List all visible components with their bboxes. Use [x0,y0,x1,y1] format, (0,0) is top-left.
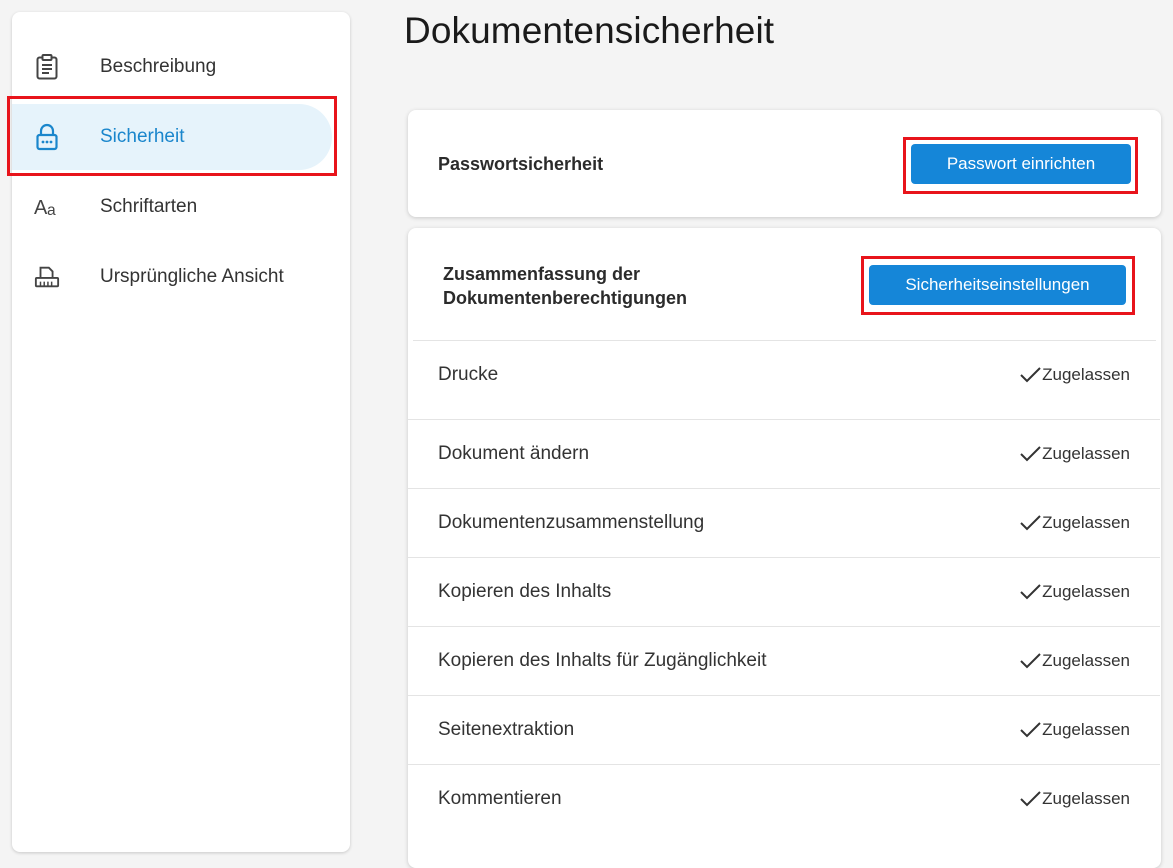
permissions-summary-card: Zusammenfassung der Dokumentenberechtigu… [408,228,1161,868]
permissions-card-title-line1: Zusammenfassung der [443,264,641,284]
permission-label: Kopieren des Inhalts [438,581,612,602]
sidebar-item-label: Sicherheit [100,126,185,147]
check-icon [1020,653,1041,669]
permission-status: Zugelassen [1020,582,1130,602]
check-icon [1020,791,1041,807]
check-icon [1020,584,1041,600]
permission-row-kopieren-zugaenglichkeit: Kopieren des Inhalts für Zugänglichkeit … [408,626,1160,695]
permission-status-text: Zugelassen [1042,513,1130,532]
permission-status: Zugelassen [1020,651,1130,671]
svg-text:A: A [34,197,48,219]
permission-status: Zugelassen [1020,365,1130,385]
permission-row-dokumentenzusammenstellung: Dokumentenzusammenstellung Zugelassen [408,488,1160,557]
permission-row-kommentieren: Kommentieren Zugelassen [408,764,1160,833]
clipboard-icon [34,54,60,80]
permission-label: Dokument ändern [438,443,590,464]
permission-row-kopieren-des-inhalts: Kopieren des Inhalts Zugelassen [408,557,1160,626]
permission-status-text: Zugelassen [1042,582,1130,601]
sidebar: Beschreibung Sicherheit A a Schriftarten [12,12,350,852]
check-icon [1020,515,1041,531]
sidebar-item-label: Ursprüngliche Ansicht [100,266,284,287]
sidebar-item-schriftarten[interactable]: A a Schriftarten [12,174,332,240]
permission-status-text: Zugelassen [1042,365,1130,384]
permission-status-text: Zugelassen [1042,720,1130,739]
initial-view-icon [34,264,60,290]
permission-label: Dokumentenzusammenstellung [438,512,705,533]
sidebar-item-label: Beschreibung [100,56,217,77]
font-icon: A a [34,194,60,220]
permission-row-seitenextraktion: Seitenextraktion Zugelassen [408,695,1160,764]
sidebar-item-sicherheit[interactable]: Sicherheit [12,104,332,170]
page-title: Dokumentensicherheit [404,10,775,51]
set-password-button[interactable]: Passwort einrichten [911,144,1131,184]
permission-label: Drucke [438,364,499,385]
sidebar-item-beschreibung[interactable]: Beschreibung [12,34,332,100]
permission-status: Zugelassen [1020,513,1130,533]
permissions-card-title: Zusammenfassung der Dokumentenberechtigu… [443,262,687,310]
lock-icon [34,123,60,151]
check-icon [1020,722,1041,738]
svg-text:a: a [47,202,56,219]
password-security-card: Passwortsicherheit Passwort einrichten [408,110,1161,217]
permission-status: Zugelassen [1020,720,1130,740]
permission-status-text: Zugelassen [1042,789,1130,808]
permission-label: Seitenextraktion [438,719,575,740]
permission-status-text: Zugelassen [1042,444,1130,463]
sidebar-item-label: Schriftarten [100,196,198,217]
permission-row-dokument-aendern: Dokument ändern Zugelassen [408,419,1160,488]
permission-label: Kopieren des Inhalts für Zugänglichkeit [438,650,767,671]
permission-status: Zugelassen [1020,789,1130,809]
permissions-card-title-line2: Dokumentenberechtigungen [443,288,688,308]
password-card-title: Passwortsicherheit [438,154,604,174]
permission-label: Kommentieren [438,788,562,809]
check-icon [1020,367,1041,383]
permission-status: Zugelassen [1020,444,1130,464]
security-settings-button[interactable]: Sicherheitseinstellungen [869,265,1126,305]
permission-status-text: Zugelassen [1042,651,1130,670]
sidebar-item-urspruengliche-ansicht[interactable]: Ursprüngliche Ansicht [12,244,332,310]
check-icon [1020,446,1041,462]
permission-row-drucke: Drucke Zugelassen [413,340,1156,409]
